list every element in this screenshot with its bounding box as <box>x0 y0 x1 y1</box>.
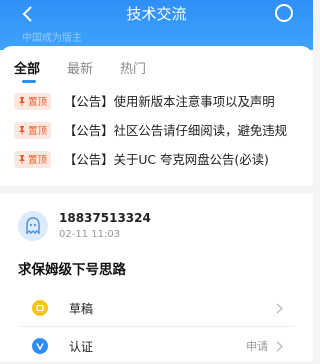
avatar[interactable] <box>18 211 48 241</box>
notice-title: 【公告】使用新版本注意事项以及声明 <box>64 94 275 109</box>
draft-row[interactable]: 草稿 <box>18 290 295 326</box>
post-time: 02-11 11:03 <box>59 229 121 240</box>
pinned-badge-label: 置顶 <box>28 97 48 108</box>
notice-title: 【公告】关于UC 夸克网盘公告(必读) <box>64 152 269 167</box>
verify-action[interactable]: 申请 <box>246 338 268 354</box>
tab-hot[interactable]: 热门 <box>120 58 146 77</box>
notice-title: 【公告】社区公告请仔细阅读，避免违规 <box>64 123 288 138</box>
post-username[interactable]: 18837513324 <box>59 211 151 225</box>
verify-label: 认证 <box>69 339 94 354</box>
draft-icon <box>32 300 48 316</box>
draft-label: 草稿 <box>69 301 94 316</box>
pin-icon <box>19 154 25 164</box>
notice-card: 全部 最新 热门 置顶 【公告】使用新版本注意事项以及声明 置顶 【公告】社区公… <box>0 46 313 186</box>
post-title[interactable]: 求保姆级下号思路 <box>18 258 126 278</box>
ghost-avatar-icon <box>26 217 40 235</box>
faded-banner-text: 中国成为版主 <box>22 33 82 44</box>
top-bar: 技术交流 中国成为版主 <box>0 0 313 50</box>
tab-all[interactable]: 全部 <box>14 58 40 83</box>
notice-item[interactable]: 置顶 【公告】使用新版本注意事项以及声明 <box>14 91 309 111</box>
more-circle-icon[interactable] <box>275 4 293 22</box>
notice-item[interactable]: 置顶 【公告】关于UC 夸克网盘公告(必读) <box>14 149 309 169</box>
chevron-right-icon <box>276 341 283 351</box>
verify-row[interactable]: 认证 申请 <box>18 328 295 364</box>
tab-latest[interactable]: 最新 <box>67 58 93 77</box>
pinned-badge-label: 置顶 <box>28 126 48 137</box>
pinned-badge: 置顶 <box>14 121 52 139</box>
notice-item[interactable]: 置顶 【公告】社区公告请仔细阅读，避免违规 <box>14 120 309 140</box>
verify-icon <box>32 338 48 354</box>
page-title: 技术交流 <box>126 5 187 23</box>
pinned-badge-label: 置顶 <box>28 155 48 166</box>
pin-icon <box>19 125 25 135</box>
pinned-badge: 置顶 <box>14 150 52 168</box>
pin-icon <box>19 96 25 106</box>
tab-bar: 全部 最新 热门 <box>14 58 173 83</box>
pinned-badge: 置顶 <box>14 92 52 110</box>
divider <box>18 326 295 327</box>
post-card[interactable]: 18837513324 02-11 11:03 求保姆级下号思路 草稿 认证 申… <box>0 194 313 362</box>
chevron-right-icon <box>276 303 283 313</box>
